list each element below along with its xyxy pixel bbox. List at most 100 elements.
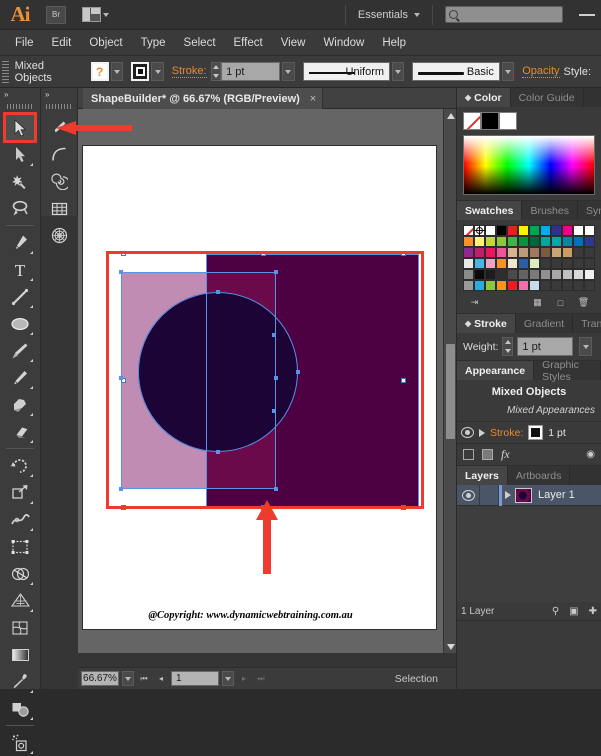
- document-tab[interactable]: ShapeBuilder* @ 66.67% (RGB/Preview) ×: [83, 88, 324, 109]
- fill-dropdown-button[interactable]: [110, 62, 124, 81]
- first-artboard-button[interactable]: ⏮: [137, 671, 151, 686]
- swatch-cell[interactable]: [518, 269, 529, 280]
- menu-file[interactable]: File: [6, 34, 43, 52]
- tool-paintbrush[interactable]: [5, 337, 35, 364]
- swatch-cell[interactable]: [540, 280, 551, 291]
- clear-appearance-icon[interactable]: ◉: [586, 449, 595, 460]
- swatch-cell[interactable]: [474, 258, 485, 269]
- expand-triangle-icon[interactable]: [479, 428, 485, 437]
- swatch-cell[interactable]: [485, 280, 496, 291]
- swatch-cell[interactable]: [551, 247, 562, 258]
- tab-artboards[interactable]: Artboards: [507, 466, 571, 485]
- swatch-cell[interactable]: [540, 236, 551, 247]
- visibility-eye-icon[interactable]: [461, 427, 474, 438]
- swatch-cell[interactable]: [496, 247, 507, 258]
- tool-arc[interactable]: [44, 141, 74, 168]
- swatch-cell[interactable]: [562, 258, 573, 269]
- swatch-cell[interactable]: [496, 280, 507, 291]
- canvas-vertical-scrollbar[interactable]: [443, 109, 456, 653]
- layer-row[interactable]: Layer 1: [457, 484, 601, 506]
- tearoff-gripper[interactable]: [46, 101, 72, 111]
- swatch-grid[interactable]: [463, 225, 596, 291]
- swatch-cell[interactable]: [518, 247, 529, 258]
- tool-line-segment[interactable]: [5, 283, 35, 310]
- brush-definition-dropdown-button[interactable]: [501, 62, 515, 81]
- previous-artboard-button[interactable]: ◂: [154, 671, 168, 686]
- tool-spiral[interactable]: [44, 168, 74, 195]
- swatch-cell[interactable]: [584, 225, 595, 236]
- swatch-cell[interactable]: [573, 280, 584, 291]
- tool-gradient[interactable]: [5, 641, 35, 668]
- swatch-cell[interactable]: [540, 269, 551, 280]
- tool-type[interactable]: T: [5, 256, 35, 283]
- swatch-cell[interactable]: [584, 269, 595, 280]
- swatch-cell[interactable]: [584, 236, 595, 247]
- fx-icon[interactable]: fx: [501, 447, 510, 462]
- tools-panel-collapse[interactable]: »: [0, 88, 40, 101]
- stroke-weight-dropdown-button[interactable]: [579, 337, 593, 356]
- menu-help[interactable]: Help: [373, 34, 415, 52]
- swatch-cell[interactable]: [529, 280, 540, 291]
- tool-eyedropper[interactable]: [5, 668, 35, 695]
- appearance-stroke-label[interactable]: Stroke:: [490, 427, 523, 439]
- swatch-cell[interactable]: [496, 258, 507, 269]
- tool-rectangular-grid[interactable]: [44, 195, 74, 222]
- stroke-weight-stepper[interactable]: [502, 337, 514, 356]
- scroll-down-button[interactable]: [444, 640, 456, 653]
- stroke-weight-dropdown-button[interactable]: [282, 62, 295, 81]
- swatch-cell[interactable]: [584, 247, 595, 258]
- new-swatch-icon[interactable]: □: [549, 298, 572, 308]
- tool-symbol-sprayer[interactable]: [5, 729, 35, 756]
- tab-graphic-styles[interactable]: Graphic Styles: [534, 359, 601, 383]
- swatch-cell[interactable]: [562, 225, 573, 236]
- arrange-documents-button[interactable]: [82, 7, 109, 22]
- stroke-dropdown-button[interactable]: [151, 62, 164, 81]
- tool-scale[interactable]: [5, 479, 35, 506]
- swatch-cell[interactable]: [551, 258, 562, 269]
- tab-appearance[interactable]: Appearance: [457, 361, 535, 380]
- swatch-cell[interactable]: [463, 236, 474, 247]
- swatch-cell[interactable]: [562, 247, 573, 258]
- swatch-cell[interactable]: [518, 258, 529, 269]
- swatch-cell[interactable]: [562, 280, 573, 291]
- swatch-cell[interactable]: [485, 236, 496, 247]
- appearance-stroke-row[interactable]: Stroke: 1 pt: [457, 422, 601, 444]
- swatch-cell[interactable]: [551, 236, 562, 247]
- swatch-cell[interactable]: [474, 236, 485, 247]
- swatch-cell[interactable]: [518, 236, 529, 247]
- swatch-cell[interactable]: [529, 258, 540, 269]
- delete-swatch-icon[interactable]: 🗑: [572, 297, 595, 308]
- tools-panel-gripper[interactable]: [7, 101, 33, 111]
- tool-pen[interactable]: [5, 229, 35, 256]
- tool-perspective-grid[interactable]: [5, 587, 35, 614]
- swatch-cell[interactable]: [529, 236, 540, 247]
- tearoff-collapse[interactable]: »: [41, 88, 77, 101]
- appearance-stroke-swatch[interactable]: [528, 425, 544, 440]
- swatch-cell[interactable]: [474, 280, 485, 291]
- new-layer-icon[interactable]: ✚: [589, 606, 597, 617]
- swatch-cell[interactable]: [463, 247, 474, 258]
- swatch-cell[interactable]: [463, 225, 474, 236]
- swatch-cell[interactable]: [573, 269, 584, 280]
- stroke-weight-input[interactable]: 1 pt: [517, 337, 574, 356]
- swatch-cell[interactable]: [529, 225, 540, 236]
- swatch-cell[interactable]: [562, 269, 573, 280]
- swatch-cell[interactable]: [507, 247, 518, 258]
- swatch-cell[interactable]: [529, 269, 540, 280]
- swatch-cell[interactable]: [573, 225, 584, 236]
- swatch-cell[interactable]: [573, 236, 584, 247]
- tab-transparency[interactable]: Transp: [573, 314, 601, 333]
- add-new-fill-icon[interactable]: [482, 449, 493, 460]
- swatch-cell[interactable]: [496, 236, 507, 247]
- tool-free-transform[interactable]: [5, 533, 35, 560]
- swatch-cell[interactable]: [474, 269, 485, 280]
- expand-triangle-icon[interactable]: [505, 491, 511, 499]
- swatch-cell[interactable]: [584, 280, 595, 291]
- layers-list-empty-area[interactable]: [457, 506, 601, 602]
- stroke-weight-label[interactable]: Stroke:: [171, 65, 207, 78]
- swatch-cell[interactable]: [507, 258, 518, 269]
- new-sublayer-icon[interactable]: ▣: [569, 606, 578, 617]
- tool-selection[interactable]: [3, 112, 37, 143]
- tool-pencil[interactable]: [5, 364, 35, 391]
- swatch-white[interactable]: [499, 112, 517, 130]
